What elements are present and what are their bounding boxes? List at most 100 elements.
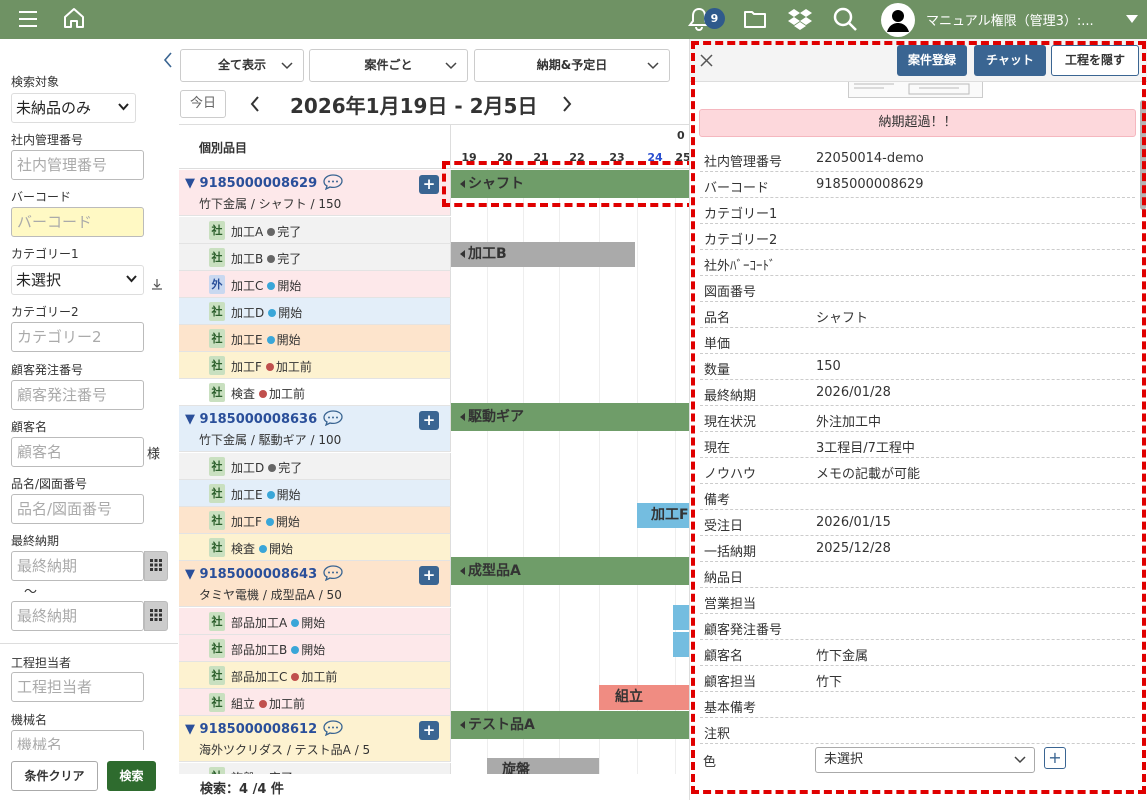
process-step-row[interactable]: 社加工E 開始 <box>179 325 451 352</box>
next-range-icon[interactable] <box>562 96 572 112</box>
calendar-button[interactable] <box>144 601 168 631</box>
process-step-row[interactable]: 社加工B 完了 <box>179 244 451 271</box>
process-step-row[interactable]: 社検査 加工前 <box>179 379 451 406</box>
panel-scrollbar[interactable] <box>1140 100 1146 210</box>
step-name-text: 組立 <box>231 697 256 711</box>
process-step-row[interactable]: 社組立 加工前 <box>179 689 451 716</box>
search-target-select[interactable]: 未納品のみ <box>11 93 136 123</box>
field-value[interactable]: 2025/12/28 <box>816 541 891 556</box>
process-step-row[interactable]: 社加工A 完了 <box>179 217 451 244</box>
process-step-row[interactable]: 社部品加工C 加工前 <box>179 662 451 689</box>
hide-process-button[interactable]: 工程を隠す <box>1051 45 1139 76</box>
collapse-sidebar-icon[interactable] <box>163 52 173 68</box>
step-status: 加工前 <box>269 387 306 401</box>
process-step-row[interactable]: 社旋盤 完了 <box>179 763 451 774</box>
user-name[interactable]: マニュアル権限（管理3）:... <box>926 10 1094 29</box>
product-id[interactable]: ▼ 9185000008643 <box>185 567 317 582</box>
product-row[interactable]: ▼ 9185000008643 + タミヤ電機 / 成型品A / 50 <box>179 561 451 607</box>
chat-bubble-icon[interactable] <box>323 410 343 426</box>
folder-icon[interactable] <box>743 9 768 29</box>
search-icon[interactable] <box>832 6 858 32</box>
gantt-bar-product[interactable]: テスト品A <box>451 711 689 739</box>
category2-input[interactable]: カテゴリー2 <box>11 322 144 352</box>
caret-down-icon[interactable] <box>1126 15 1138 23</box>
field-value[interactable]: 竹下金属 <box>816 645 868 664</box>
per-project-dropdown[interactable]: 案件ごと <box>309 49 468 82</box>
show-all-dropdown[interactable]: 全て表示 <box>180 49 304 82</box>
close-icon[interactable] <box>700 54 713 67</box>
color-select[interactable]: 未選択 <box>815 747 1035 773</box>
field-value[interactable]: シャフト <box>816 307 868 326</box>
add-step-button[interactable]: + <box>419 721 439 740</box>
deadline-from-input[interactable]: 最終納期 <box>11 551 144 581</box>
gantt-bar-step[interactable]: 加工F <box>637 503 689 528</box>
search-button[interactable]: 検索 <box>107 761 156 791</box>
product-id[interactable]: ▼ 9185000008629 <box>185 176 317 191</box>
hamburger-menu-icon[interactable] <box>18 9 38 29</box>
gantt-bar-product[interactable]: 駆動ギア <box>451 403 689 431</box>
prev-range-icon[interactable] <box>250 96 260 112</box>
field-value[interactable]: 外注加工中 <box>816 411 881 430</box>
field-value[interactable]: 150 <box>816 359 841 374</box>
gantt-bar-step[interactable]: 組立 <box>599 685 689 710</box>
add-step-button[interactable]: + <box>419 175 439 194</box>
process-owner-input[interactable]: 工程担当者 <box>11 672 144 702</box>
add-color-button[interactable]: + <box>1044 747 1066 769</box>
internal-no-input[interactable]: 社内管理番号 <box>11 150 144 180</box>
process-step-row[interactable]: 社加工F 開始 <box>179 507 451 534</box>
field-value[interactable]: メモの記載が可能 <box>816 463 920 482</box>
gantt-bar-step[interactable]: 加工B <box>451 242 635 267</box>
product-id[interactable]: ▼ 9185000008636 <box>185 412 317 427</box>
deadline-to-input[interactable]: 最終納期 <box>11 601 144 631</box>
field-value[interactable]: 2026/01/28 <box>816 385 891 400</box>
machine-input[interactable]: 機械名 <box>11 730 144 750</box>
product-row[interactable]: ▼ 9185000008636 + 竹下金属 / 駆動ギア / 100 <box>179 406 451 452</box>
add-step-button[interactable]: + <box>419 411 439 430</box>
gantt-bar-product[interactable]: シャフト <box>451 170 689 198</box>
gantt-bar-step[interactable]: 旋盤 <box>487 758 599 774</box>
process-step-row[interactable]: 社部品加工B 開始 <box>179 635 451 662</box>
chat-bubble-icon[interactable] <box>323 720 343 736</box>
process-step-row[interactable]: 社加工F 加工前 <box>179 352 451 379</box>
chat-button[interactable]: チャット <box>974 45 1046 76</box>
process-step-row[interactable]: 社部品加工A 開始 <box>179 608 451 635</box>
drawing-thumbnail[interactable] <box>848 82 983 98</box>
product-row[interactable]: ▼ 9185000008629 + 竹下金属 / シャフト / 150 <box>179 170 451 216</box>
home-icon[interactable] <box>62 6 86 30</box>
product-row[interactable]: ▼ 9185000008612 + 海外ツクリダス / テスト品A / 5 <box>179 716 451 762</box>
gantt-bar-step[interactable] <box>673 632 689 657</box>
step-name: 加工D 完了 <box>231 459 302 476</box>
category1-select[interactable]: 未選択 <box>11 265 144 295</box>
field-key: 最終納期 <box>704 389 757 404</box>
gantt-bar-step[interactable] <box>673 605 689 630</box>
register-project-button[interactable]: 案件登録 <box>897 45 967 76</box>
barcode-input[interactable]: バーコード <box>11 207 144 237</box>
customer-order-input[interactable]: 顧客発注番号 <box>11 380 144 410</box>
product-id-text: 9185000008643 <box>199 567 318 582</box>
status-dot-icon <box>265 363 274 371</box>
process-step-row[interactable]: 社検査 開始 <box>179 534 451 561</box>
calendar-button[interactable] <box>144 551 168 581</box>
field-value[interactable]: 竹下 <box>816 671 842 690</box>
process-step-row[interactable]: 社加工E 開始 <box>179 480 451 507</box>
field-value[interactable]: 3工程目/7工程中 <box>816 437 915 456</box>
field-value[interactable]: 9185000008629 <box>816 177 924 192</box>
process-step-row[interactable]: 社加工D 完了 <box>179 453 451 480</box>
gantt-bar-product[interactable]: 成型品A <box>451 557 689 585</box>
add-step-button[interactable]: + <box>419 566 439 585</box>
product-input[interactable]: 品名/図面番号 <box>11 494 144 524</box>
field-value[interactable]: 22050014-demo <box>816 151 924 166</box>
clear-button[interactable]: 条件クリア <box>11 761 98 791</box>
deadline-schedule-dropdown[interactable]: 納期&予定日 <box>474 49 670 82</box>
chat-bubble-icon[interactable] <box>323 174 343 190</box>
field-value[interactable]: 2026/01/15 <box>816 515 891 530</box>
customer-name-input[interactable]: 顧客名 <box>11 437 144 467</box>
product-id[interactable]: ▼ 9185000008612 <box>185 722 317 737</box>
dropbox-icon[interactable] <box>787 7 813 31</box>
process-step-row[interactable]: 外加工C 開始 <box>179 271 451 298</box>
today-button[interactable]: 今日 <box>180 90 226 118</box>
chat-bubble-icon[interactable] <box>323 565 343 581</box>
sort-down-icon[interactable] <box>151 278 163 290</box>
process-step-row[interactable]: 社加工D 開始 <box>179 298 451 325</box>
avatar-icon[interactable] <box>880 2 916 38</box>
